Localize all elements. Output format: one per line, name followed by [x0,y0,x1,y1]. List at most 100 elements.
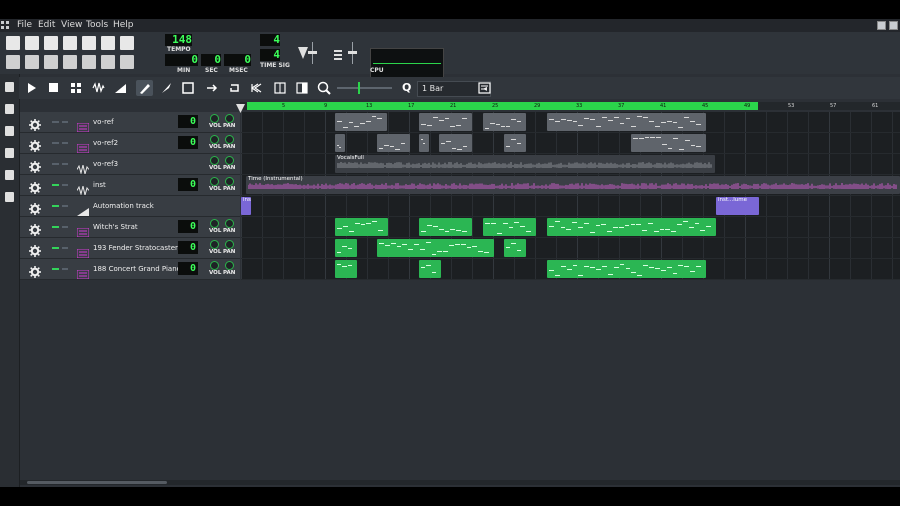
sample-clip[interactable]: Time (Instrumental) [246,176,900,194]
root-directory-icon[interactable] [5,192,14,202]
gear-icon[interactable] [29,137,41,152]
gear-icon[interactable] [29,158,41,173]
pattern-clip[interactable] [377,239,494,257]
track-lane[interactable]: VocalsFull [241,154,900,175]
automation-editor-icon[interactable] [63,55,77,69]
volume-display[interactable]: 0 [178,178,198,191]
gear-icon[interactable] [29,116,41,131]
tempo-display[interactable]: 148 [165,34,192,46]
piano-roll-icon[interactable] [44,55,58,69]
track-name[interactable]: vo-ref [93,112,114,132]
menu-tools[interactable]: Tools [86,19,108,32]
instrument-plugins-icon[interactable] [5,82,14,92]
pan-knob[interactable] [225,177,234,186]
volume-knob[interactable] [210,177,219,186]
knife-mode-icon[interactable] [158,80,175,96]
draw-mode-icon[interactable] [136,80,153,96]
pan-knob[interactable] [225,135,234,144]
timesig-numerator[interactable]: 4 [260,34,280,46]
pattern-clip[interactable] [439,134,472,152]
horizontal-scrollbar[interactable] [20,480,900,485]
open-project-icon[interactable] [44,36,58,50]
restore-icon[interactable] [877,21,886,30]
track-name[interactable]: 193 Fender Stratocaster [93,238,178,258]
track-name[interactable]: 188 Concert Grand Piano [93,259,181,279]
volume-display[interactable]: 0 [178,136,198,149]
recent-projects-icon[interactable] [63,36,77,50]
remove-bar-icon[interactable] [294,80,311,96]
time-min-display[interactable]: 0 [165,54,198,66]
track-name[interactable]: Witch's Strat [93,217,138,237]
loop-points-icon[interactable] [226,80,243,96]
new-from-template-icon[interactable] [25,36,39,50]
solo-toggle[interactable] [62,247,68,249]
my-projects-icon[interactable] [5,104,14,114]
horizontal-scrollbar-thumb[interactable] [27,481,167,484]
mute-toggle[interactable] [52,121,59,123]
solo-toggle[interactable] [62,142,68,144]
timeline-ruler[interactable]: 5 9 13 17 21 25 29 33 37 41 45 49 53 57 … [236,102,900,113]
solo-toggle[interactable] [62,226,68,228]
mixer-icon[interactable] [82,55,96,69]
volume-display[interactable]: 0 [178,115,198,128]
export-tracks-icon[interactable] [120,36,134,50]
mute-toggle[interactable] [52,142,59,144]
time-msec-display[interactable]: 0 [224,54,251,66]
mute-toggle[interactable] [52,163,59,165]
track-lane[interactable] [241,217,900,238]
select-mode-icon[interactable] [180,80,197,96]
volume-knob[interactable] [210,219,219,228]
mute-toggle[interactable] [52,226,59,228]
sample-clip[interactable]: VocalsFull [335,155,715,173]
mute-toggle[interactable] [52,247,59,249]
menu-edit[interactable]: Edit [38,19,55,32]
track-lane[interactable] [241,112,900,133]
master-volume-handle[interactable] [308,51,317,54]
pattern-clip[interactable] [547,113,706,131]
track-lane[interactable]: ins inst...lume [241,196,900,217]
volume-knob[interactable] [210,240,219,249]
volume-knob[interactable] [210,114,219,123]
pattern-clip[interactable] [547,218,716,236]
pan-knob[interactable] [225,156,234,165]
new-project-icon[interactable] [6,36,20,50]
pattern-clip[interactable] [483,218,536,236]
solo-toggle[interactable] [62,121,68,123]
export-project-icon[interactable] [101,36,115,50]
pan-knob[interactable] [225,261,234,270]
my-samples-icon[interactable] [5,126,14,136]
solo-toggle[interactable] [62,268,68,270]
proportional-snap-icon[interactable] [476,80,493,96]
pattern-clip[interactable] [419,134,429,152]
pattern-clip[interactable] [504,134,526,152]
track-lane[interactable]: Time (Instrumental) [241,175,900,196]
automation-clip[interactable]: ins [241,197,251,215]
pattern-clip[interactable] [335,134,345,152]
playhead-marker-icon[interactable] [236,98,245,113]
volume-knob[interactable] [210,156,219,165]
track-lane[interactable] [241,238,900,259]
automation-clip[interactable]: inst...lume [716,197,759,215]
add-automation-track-icon[interactable] [112,80,129,96]
menu-view[interactable]: View [61,19,82,32]
mute-toggle[interactable] [52,184,59,186]
song-editor-icon[interactable] [6,55,20,69]
solo-toggle[interactable] [62,184,68,186]
volume-display[interactable]: 0 [178,220,198,233]
time-sec-display[interactable]: 0 [201,54,221,66]
beat-bassline-editor-icon[interactable] [25,55,39,69]
track-name[interactable]: Automation track [93,196,154,216]
pattern-clip[interactable] [335,113,387,131]
master-pitch-handle[interactable] [348,51,357,54]
pattern-clip[interactable] [419,113,472,131]
pattern-clip[interactable] [419,218,472,236]
pattern-clip[interactable] [504,239,526,257]
track-lane[interactable] [241,133,900,154]
track-name[interactable]: vo-ref3 [93,154,118,174]
project-notes-icon[interactable] [120,55,134,69]
track-name[interactable]: inst [93,175,106,195]
solo-toggle[interactable] [62,163,68,165]
zoom-slider[interactable] [337,87,392,89]
volume-display[interactable]: 0 [178,262,198,275]
insert-bar-icon[interactable] [272,80,289,96]
